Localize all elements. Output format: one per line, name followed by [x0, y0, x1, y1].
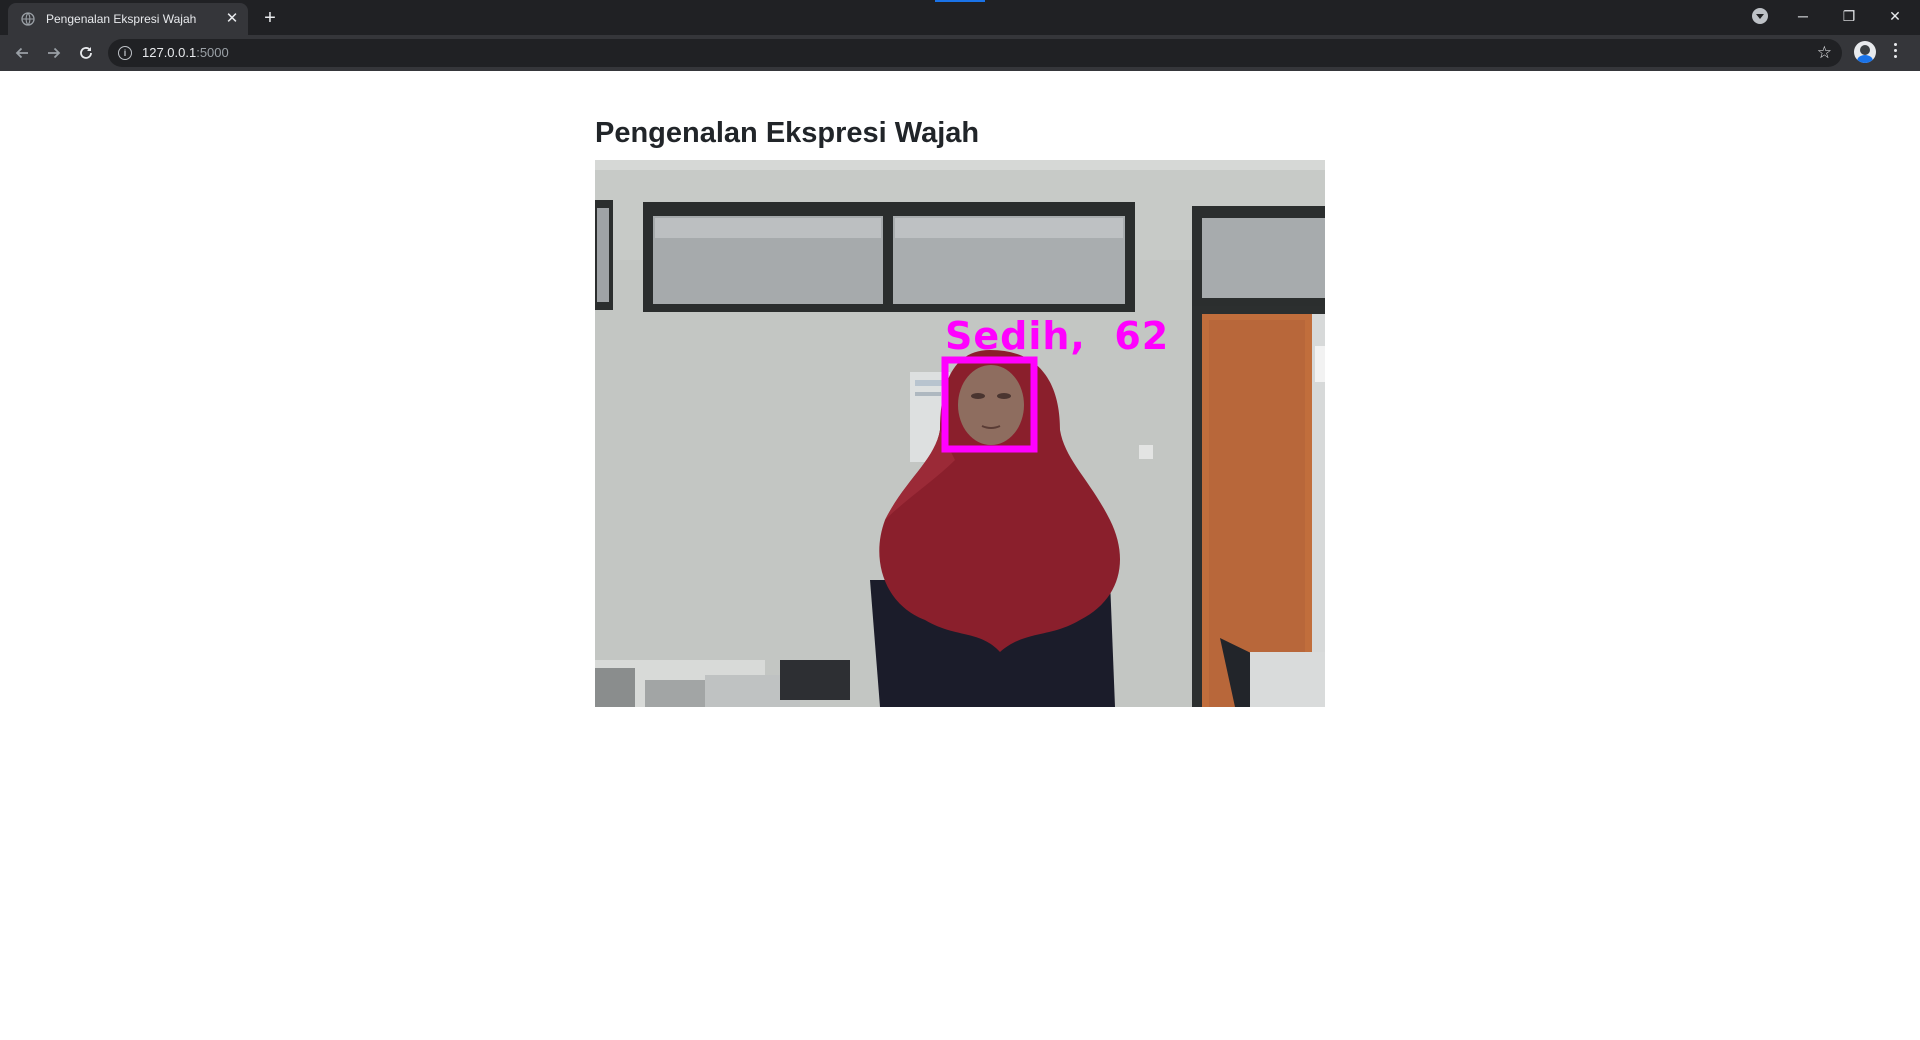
reload-icon[interactable]: [74, 41, 98, 65]
globe-icon: [20, 11, 36, 27]
close-icon[interactable]: ✕: [224, 11, 240, 27]
tab-title: Pengenalan Ekspresi Wajah: [46, 12, 197, 26]
avatar[interactable]: [1854, 41, 1876, 63]
url-text: 127.0.0.1:5000: [142, 45, 229, 60]
webcam-video-feed: Sedih, 62: [595, 160, 1325, 707]
forward-icon[interactable]: [42, 41, 66, 65]
url-port: :5000: [196, 45, 229, 60]
detection-label: Sedih, 62: [945, 314, 1170, 358]
back-icon[interactable]: [10, 41, 34, 65]
restore-icon[interactable]: ❐: [1826, 2, 1872, 30]
star-icon[interactable]: ☆: [1817, 43, 1832, 63]
minimize-icon[interactable]: ─: [1780, 2, 1826, 30]
info-icon[interactable]: i: [118, 46, 132, 60]
tab-strip: Pengenalan Ekspresi Wajah ✕ + ─ ❐ ✕: [0, 0, 1920, 35]
camera-scene: [595, 160, 1325, 707]
tab-accent-bar: [935, 0, 985, 2]
menu-icon[interactable]: [1894, 43, 1898, 58]
window-close-icon[interactable]: ✕: [1872, 2, 1918, 30]
plus-icon[interactable]: +: [258, 6, 282, 30]
browser-toolbar: i 127.0.0.1:5000 ☆: [0, 35, 1920, 71]
tab-search-icon[interactable]: [1752, 8, 1768, 24]
browser-tab[interactable]: Pengenalan Ekspresi Wajah ✕: [8, 3, 248, 35]
address-bar[interactable]: i 127.0.0.1:5000 ☆: [108, 39, 1842, 67]
url-host: 127.0.0.1: [142, 45, 197, 60]
page-title: Pengenalan Ekspresi Wajah: [595, 117, 980, 149]
